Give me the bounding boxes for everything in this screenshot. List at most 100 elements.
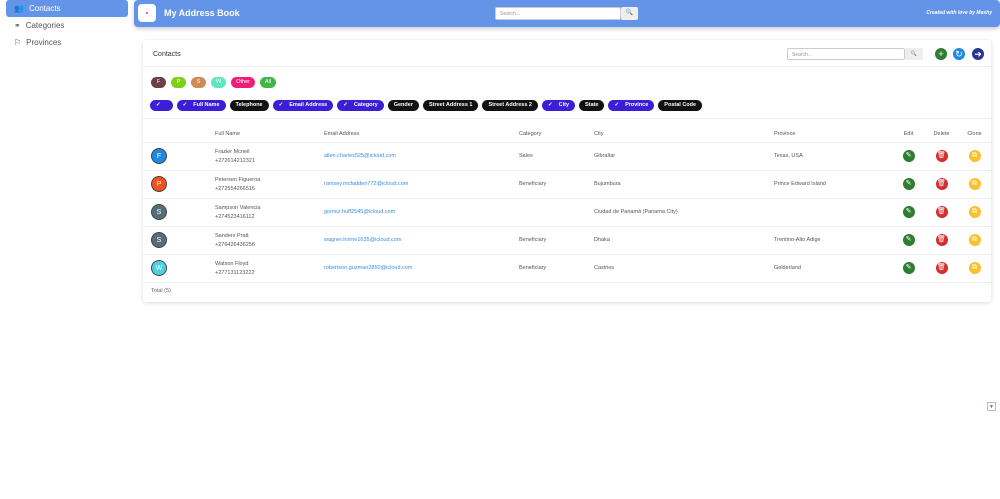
edit-button[interactable]: ✎ [902, 206, 915, 218]
column-toggle[interactable]: Telephone [229, 100, 269, 111]
contact-category: Beneficiary [519, 254, 594, 283]
column-header: Province [774, 126, 892, 143]
contact-province [774, 198, 892, 227]
logout-button[interactable]: ➜ [972, 48, 984, 60]
contact-phone: +272554266516 [215, 185, 255, 192]
clone-button[interactable]: ⧉ [968, 262, 981, 274]
contact-phone: +277131123222 [215, 269, 255, 276]
trash-icon: 🗑 [937, 264, 946, 271]
column-toggle[interactable]: ✓ Email Address [272, 100, 334, 111]
column-toggle[interactable]: State [579, 100, 605, 111]
contact-name: Petersen Figueroa [215, 176, 261, 183]
letter-filter-other[interactable]: Other [231, 77, 255, 88]
edit-button[interactable]: ✎ [902, 262, 915, 274]
contact-name: Frazier Mcneil [215, 148, 250, 155]
column-toggle[interactable]: ✓ Full Name [176, 100, 226, 111]
avatar: P [151, 176, 167, 192]
add-contact-button[interactable]: + [935, 48, 947, 60]
contact-category: Beneficiary [519, 170, 594, 199]
column-toggle[interactable]: ✓ [150, 100, 173, 111]
flag-icon: ⚐ [14, 38, 22, 47]
sidebar-item-contacts[interactable]: 👥 Contacts [6, 0, 128, 17]
edit-button[interactable]: ✎ [902, 178, 915, 190]
contact-category: Sales [519, 142, 594, 171]
delete-button[interactable]: 🗑 [935, 178, 948, 190]
shapes-icon: ⚭ [14, 21, 21, 30]
contact-city: Castries [594, 254, 774, 283]
check-icon: ✓ [548, 102, 553, 108]
letter-filter-s[interactable]: S [191, 77, 206, 88]
letter-filter-all[interactable]: All [259, 77, 277, 88]
column-toggle[interactable]: Street Address 2 [482, 100, 538, 111]
contact-province: Trentino-Alto Adige [774, 226, 892, 255]
column-toggle[interactable]: ✓ City [542, 100, 575, 111]
avatar: W [151, 260, 167, 276]
pencil-icon: ✎ [905, 236, 912, 243]
clone-button[interactable]: ⧉ [968, 206, 981, 218]
contact-email-link[interactable]: ramsey.mcfadden772@icloud.com [324, 181, 408, 187]
contact-province: Prince Edward Island [774, 170, 892, 199]
column-toggle[interactable]: Postal Code [658, 100, 703, 111]
contact-name: Sanders Pratt [215, 232, 249, 239]
table-row: W Watson Floyd +277131123222 robertson.gu… [143, 254, 991, 283]
column-toggle[interactable]: Street Address 1 [422, 100, 479, 111]
logo: ● [138, 4, 156, 22]
column-header: Delete [925, 126, 958, 143]
delete-button[interactable]: 🗑 [935, 206, 948, 218]
contacts-search-input[interactable]: Search... [787, 48, 905, 60]
clone-button[interactable]: ⧉ [968, 150, 981, 162]
contact-city: Dhaka [594, 226, 774, 255]
clone-button[interactable]: ⧉ [968, 234, 981, 246]
contact-email-link[interactable]: allen.charles525@icloud.com [324, 153, 396, 159]
column-header: Full Name [215, 126, 324, 143]
contact-category [519, 198, 594, 227]
column-toggle[interactable]: ✓ Province [608, 100, 655, 111]
clone-button[interactable]: ⧉ [968, 178, 981, 190]
letter-filter-p[interactable]: P [171, 77, 186, 88]
header: ● My Address Book Search... 🔍 Created wi… [134, 0, 1000, 27]
delete-button[interactable]: 🗑 [935, 150, 948, 162]
header-search-button[interactable]: 🔍 [621, 7, 638, 20]
sidebar-item-categories[interactable]: ⚭ Categories [6, 17, 128, 34]
edit-button[interactable]: ✎ [902, 234, 915, 246]
column-toggle[interactable]: Gender [387, 100, 419, 111]
logout-icon: ➜ [974, 49, 982, 59]
contact-name: Sampson Valencia [215, 204, 261, 211]
check-icon: ✓ [278, 102, 284, 108]
card-title: Contacts [153, 51, 181, 58]
table-row: F Frazier Mcneil +272614212321 allen.char… [143, 142, 991, 171]
table-row: S Sanders Pratt +276426436256 wagner.horn… [143, 226, 991, 255]
column-header: Category [519, 126, 594, 143]
contact-province: Texas, USA [774, 142, 892, 171]
column-toggle[interactable]: ✓ Category [337, 100, 384, 111]
plus-icon: + [938, 49, 944, 59]
delete-button[interactable]: 🗑 [935, 262, 948, 274]
sidebar-item-provinces[interactable]: ⚐ Provinces [6, 34, 128, 51]
contact-email-link[interactable]: wagner.horne1635@icloud.com [324, 237, 401, 243]
column-header: Email Address [324, 126, 519, 143]
contact-phone: +276426436256 [215, 241, 255, 248]
contact-phone: +274523416112 [215, 213, 255, 220]
trash-icon: 🗑 [937, 208, 946, 215]
refresh-button[interactable]: ↻ [953, 48, 965, 60]
trash-icon: 🗑 [937, 180, 946, 187]
edit-button[interactable]: ✎ [902, 150, 915, 162]
header-search-input[interactable]: Search... [495, 7, 621, 20]
column-header: Clone [958, 126, 991, 143]
pencil-icon: ✎ [905, 152, 912, 159]
delete-button[interactable]: 🗑 [935, 234, 948, 246]
scroll-down-button[interactable]: ▼ [987, 402, 996, 411]
contacts-search-button[interactable]: 🔍 [905, 48, 923, 60]
table-row: P Petersen Figueroa +272554266516 ramsey.… [143, 170, 991, 199]
contact-email-link[interactable]: robertson.guzman2850@icloud.com [324, 265, 412, 271]
check-icon: ✓ [614, 102, 620, 108]
avatar: S [151, 204, 167, 220]
pencil-icon: ✎ [905, 180, 912, 187]
trash-icon: 🗑 [937, 152, 946, 159]
contact-city: Ciudad de Panamá (Panama City) [594, 198, 774, 227]
contact-email-link[interactable]: gomez.huff2545@icloud.com [324, 209, 395, 215]
trash-icon: 🗑 [937, 236, 946, 243]
chevron-down-icon: ▼ [989, 404, 994, 410]
letter-filter-f[interactable]: F [151, 77, 166, 88]
letter-filter-w[interactable]: W [211, 77, 227, 88]
